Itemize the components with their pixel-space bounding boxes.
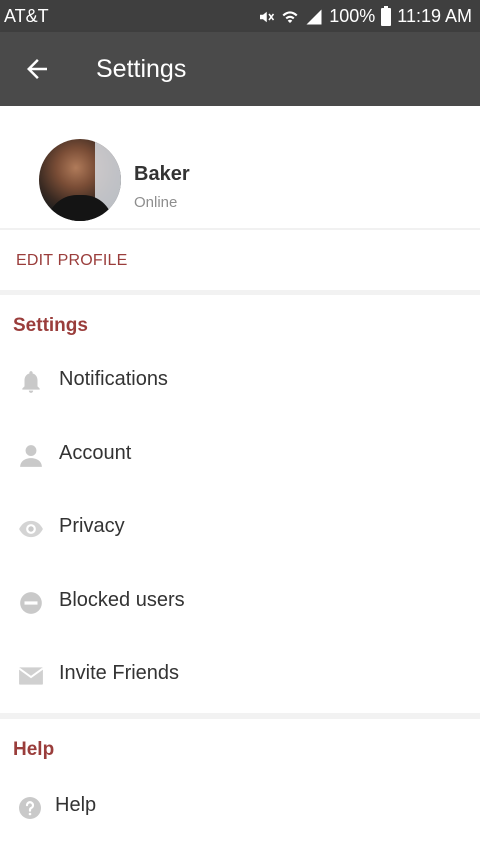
clock: 11:19 AM bbox=[397, 6, 472, 26]
menu-item-label: Help bbox=[55, 794, 97, 816]
mute-icon bbox=[260, 11, 275, 22]
menu-item-help[interactable]: Help bbox=[0, 778, 480, 838]
mail-icon bbox=[18, 667, 44, 685]
wifi-icon bbox=[282, 10, 298, 23]
avatar[interactable] bbox=[39, 139, 121, 221]
menu-item-privacy[interactable]: Privacy bbox=[0, 499, 480, 559]
profile-status: Online bbox=[134, 194, 178, 211]
menu-item-invite-friends[interactable]: Invite Friends bbox=[0, 646, 480, 706]
divider bbox=[0, 228, 480, 230]
person-icon bbox=[20, 445, 42, 467]
bell-icon bbox=[22, 371, 40, 393]
menu-item-notifications[interactable]: Notifications bbox=[0, 352, 480, 412]
carrier-label: AT&T bbox=[4, 6, 49, 26]
profile-name: Baker bbox=[134, 163, 190, 185]
blocked-icon bbox=[20, 592, 42, 614]
edit-profile-button[interactable]: EDIT PROFILE bbox=[16, 252, 127, 270]
menu-item-label: Privacy bbox=[59, 515, 125, 537]
settings-section-title: Settings bbox=[13, 315, 88, 336]
signal-icon bbox=[306, 9, 322, 24]
help-section: Help Help bbox=[0, 719, 480, 854]
back-arrow-icon[interactable] bbox=[22, 54, 52, 84]
battery-icon bbox=[381, 5, 392, 26]
help-icon bbox=[19, 797, 41, 819]
eye-icon bbox=[19, 520, 43, 538]
app-bar: Settings bbox=[0, 32, 480, 106]
page-title: Settings bbox=[96, 55, 187, 83]
menu-item-label: Account bbox=[59, 442, 132, 464]
settings-section: Settings Notifications Account Privacy B… bbox=[0, 295, 480, 713]
status-bar: AT&T 100% 11:19 AM bbox=[0, 0, 480, 32]
status-indicators: 100% 11:19 AM bbox=[257, 5, 472, 27]
menu-item-label: Blocked users bbox=[59, 589, 185, 611]
battery-percent: 100% bbox=[329, 6, 376, 26]
profile-card: Baker Online EDIT PROFILE bbox=[0, 106, 480, 290]
menu-item-blocked-users[interactable]: Blocked users bbox=[0, 573, 480, 633]
help-section-title: Help bbox=[13, 739, 55, 760]
menu-item-account[interactable]: Account bbox=[0, 426, 480, 486]
menu-item-label: Invite Friends bbox=[59, 662, 180, 684]
menu-item-label: Notifications bbox=[59, 368, 168, 390]
